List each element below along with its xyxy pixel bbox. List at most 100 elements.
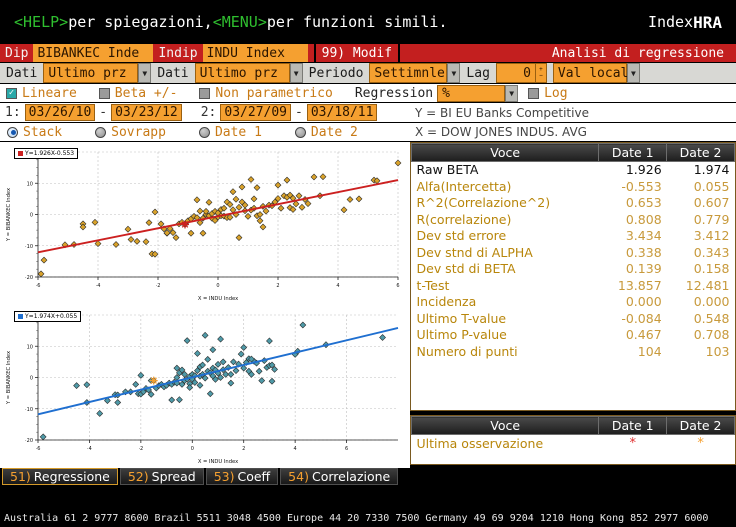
parameters-toolbar: Dati Ultimo prz ▼ Dati Ultimo prz ▼ Peri… [0, 63, 736, 84]
svg-text:·2: ·2 [138, 446, 143, 452]
lag-stepper[interactable]: + − [535, 63, 547, 83]
radio-date2[interactable]: Date 2 [294, 125, 358, 140]
svg-text:0: 0 [30, 376, 33, 382]
stat-value-date2: 3.412 [666, 228, 735, 245]
help-tag[interactable]: <HELP> [14, 13, 68, 31]
checkbox-log-label: Log [544, 85, 568, 101]
periodo-chevron-down-icon[interactable]: ▼ [447, 63, 461, 83]
checkbox-beta[interactable]: Beta +/- [98, 86, 177, 101]
periodo-select-value[interactable]: Settimnle [369, 63, 448, 83]
scatter-chart-date2[interactable]: ·20·1001020·6·4·20246X = INDU IndexY = B… [0, 305, 410, 468]
observation-table-header: Voce Date 1 Date 2 [410, 416, 735, 435]
svg-text:6: 6 [396, 283, 399, 289]
table-row[interactable]: t-Test 13.857 12.481 [411, 277, 735, 294]
bottom-tab-bar: 51) Regressione 52) Spread 53) Coeff 54) Correl… [0, 468, 736, 485]
table-row[interactable]: Dev stnd di ALPHA 0.338 0.343 [411, 244, 735, 261]
table-row[interactable]: Ultimo P-value 0.467 0.708 [411, 327, 735, 344]
tab-label: Correlazione [311, 469, 391, 484]
tab-number: 53) [213, 469, 235, 484]
regression-options-row: ✓ Lineare Beta +/- Non parametrico Regre… [0, 84, 736, 103]
svg-text:·20: ·20 [25, 275, 33, 281]
statistics-table: Voce Date 1 Date 2 Raw BETA 1.926 1.974 Alfa(I… [410, 143, 735, 360]
tab-correlazione[interactable]: 54) Correlazione [280, 468, 399, 485]
stat-name: Numero di punti [411, 343, 599, 360]
table-row[interactable]: Dev std errore 3.434 3.412 [411, 228, 735, 245]
stat-value-date2: 0.343 [666, 244, 735, 261]
lag-label: Lag [466, 65, 490, 81]
function-code: HRA [693, 12, 722, 32]
table-row[interactable]: Raw BETA 1.926 1.974 [411, 161, 735, 179]
date-set-1-to[interactable]: 03/23/12 [111, 104, 182, 121]
table-row[interactable]: R(correlazione) 0.808 0.779 [411, 211, 735, 228]
table-row[interactable]: Dev std di BETA 0.139 0.158 [411, 261, 735, 278]
stat-value-date1: 0.338 [598, 244, 667, 261]
table-row[interactable]: Ultima osservazione * * [411, 434, 735, 453]
currency-chevron-down-icon[interactable]: ▼ [626, 63, 640, 83]
dati2-chevron-down-icon[interactable]: ▼ [289, 63, 303, 83]
stat-value-date1: 104 [598, 343, 667, 360]
svg-text:4: 4 [336, 283, 339, 289]
radio-date1[interactable]: Date 1 [198, 125, 262, 140]
radio-stack-label: Stack [23, 124, 63, 140]
radio-sovrapp[interactable]: Sovrapp [95, 125, 166, 140]
radio-icon [7, 126, 18, 138]
legend-equation-date2: Y=1.974X+0.055 [25, 313, 78, 320]
stat-value-date2: 0.158 [666, 261, 735, 278]
date-set-2-from[interactable]: 03/27/09 [220, 104, 292, 121]
date-set-1-from[interactable]: 03/26/10 [24, 104, 96, 121]
svg-text:10: 10 [27, 181, 33, 187]
tab-coeff[interactable]: 53) Coeff [205, 468, 279, 485]
dati1-chevron-down-icon[interactable]: ▼ [138, 63, 152, 83]
regression-label: Regression [354, 85, 434, 101]
observation-table-wrapper: Voce Date 1 Date 2 Ultima osservazione * * [410, 415, 736, 465]
dati1-select-value[interactable]: Ultimo prz [43, 63, 139, 83]
page-title: Analisi di regressione [551, 45, 724, 61]
svg-text:X = INDU Index: X = INDU Index [198, 459, 238, 465]
observation-label: Ultima osservazione [411, 434, 599, 453]
menu-tag[interactable]: <MENU> [213, 13, 267, 31]
table-row[interactable]: Incidenza 0.000 0.000 [411, 294, 735, 311]
regression-chevron-down-icon[interactable]: ▼ [505, 84, 519, 102]
stat-value-date2: 0.708 [666, 327, 735, 344]
table-row[interactable]: Alfa(Intercetta) -0.553 0.055 [411, 178, 735, 195]
table-row[interactable]: Ultimo T-value -0.084 0.548 [411, 310, 735, 327]
stat-value-date1: 0.808 [598, 211, 667, 228]
checkbox-lineare[interactable]: ✓ Lineare [6, 86, 77, 101]
column-header-date2: Date 2 [666, 143, 735, 162]
tab-regressione[interactable]: 51) Regressione [2, 468, 118, 485]
modif-button[interactable]: 99) Modif [313, 44, 401, 62]
regression-select-value[interactable]: % [437, 84, 506, 102]
radio-icon [294, 126, 306, 138]
independent-security-field[interactable]: INDU Index [202, 44, 308, 62]
tab-number: 52) [127, 469, 149, 484]
date-set-2-to[interactable]: 03/18/11 [306, 104, 378, 121]
stat-value-date2: 103 [666, 343, 735, 360]
svg-text:2: 2 [276, 283, 279, 289]
help-text-1: per spiegazioni, [68, 13, 213, 31]
scatter-plot-svg-date1: ·20·1001020·6·4·20246X = INDU IndexY = B… [6, 150, 402, 302]
svg-text:Y = BIBANKEC Index: Y = BIBANKEC Index [6, 188, 12, 242]
svg-text:0: 0 [191, 446, 194, 452]
lag-input[interactable]: 0 [495, 63, 536, 83]
currency-select-value[interactable]: Val locale [552, 63, 636, 83]
stat-value-date1: 1.926 [598, 161, 667, 179]
date-range-row: 1: 03/26/10 - 03/23/12 2: 03/27/09 - 03/… [0, 103, 736, 123]
svg-text:0: 0 [216, 283, 219, 289]
stat-value-date1: 0.139 [598, 261, 667, 278]
stat-value-date2: 0.055 [666, 178, 735, 195]
stat-value-date1: 13.857 [598, 277, 667, 294]
table-row[interactable]: Numero di punti 104 103 [411, 343, 735, 360]
checkbox-log[interactable]: Log [528, 85, 568, 101]
tab-label: Spread [151, 469, 196, 484]
dati2-select-value[interactable]: Ultimo prz [194, 63, 290, 83]
radio-stack[interactable]: Stack [7, 125, 62, 140]
observation-marker-date1: * [598, 434, 667, 453]
scatter-chart-date1[interactable]: ·20·1001020·6·4·20246X = INDU IndexY = B… [0, 142, 410, 305]
stat-name: Ultimo T-value [411, 310, 599, 327]
table-row[interactable]: R^2(Correlazione^2) 0.653 0.607 [411, 195, 735, 212]
tab-spread[interactable]: 52) Spread [119, 468, 204, 485]
stat-value-date1: -0.084 [598, 310, 667, 327]
dependent-security-field[interactable]: BIBANKEC Inde [33, 44, 154, 62]
checkbox-non-parametrico[interactable]: Non parametrico [199, 86, 333, 101]
observation-table: Voce Date 1 Date 2 Ultima osservazione * * [410, 416, 735, 453]
